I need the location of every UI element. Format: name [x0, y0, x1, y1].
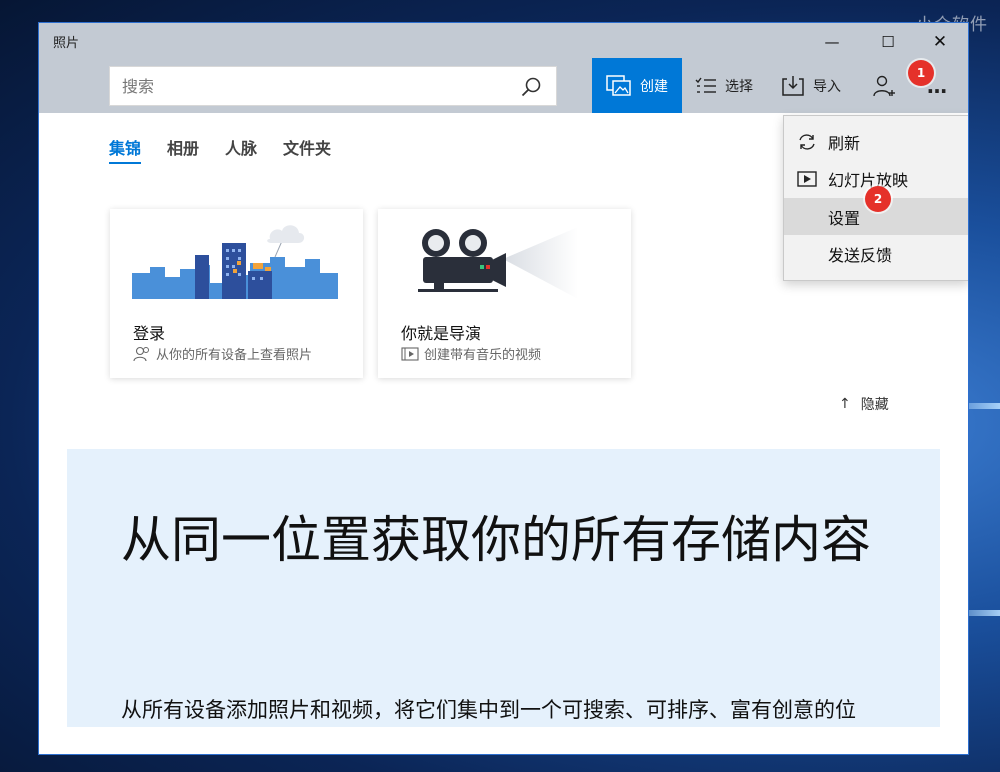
hide-link[interactable]: ↑ 隐藏: [839, 394, 889, 414]
director-title: 你就是导演: [401, 324, 482, 343]
director-subtitle-row: 创建带有音乐的视频: [401, 344, 541, 363]
hide-label: 隐藏: [860, 397, 889, 413]
minimize-button[interactable]: —: [809, 28, 855, 56]
tab-albums[interactable]: 相册: [167, 135, 199, 164]
refresh-icon: [796, 131, 818, 153]
menu-label-slideshow: 幻灯片放映: [828, 170, 909, 190]
photos-app-window: 照片 — ☐ ✕ 创建: [38, 22, 969, 755]
search-icon[interactable]: [520, 76, 542, 98]
arrow-up-icon: ↑: [839, 396, 851, 412]
search-box[interactable]: [109, 66, 557, 106]
sign-in-title: 登录: [133, 324, 166, 343]
app-title: 照片: [53, 36, 80, 51]
menu-label-feedback: 发送反馈: [828, 245, 893, 265]
person-add-icon: [873, 75, 895, 96]
step-badge-2: 2: [865, 186, 891, 212]
city-cloud-illustration: [132, 225, 338, 299]
create-icon: [606, 74, 631, 96]
tab-collection[interactable]: 集锦: [109, 135, 142, 164]
slideshow-icon: [796, 168, 818, 190]
menu-label-settings: 设置: [828, 208, 861, 228]
title-bar: 照片 — ☐ ✕ 创建: [39, 23, 968, 113]
director-card[interactable]: 你就是导演 创建带有音乐的视频: [378, 209, 631, 378]
menu-item-refresh[interactable]: 刷新: [784, 123, 968, 160]
import-label: 导入: [813, 78, 841, 95]
director-subtitle: 创建带有音乐的视频: [424, 348, 542, 363]
close-button[interactable]: ✕: [917, 28, 963, 56]
checklist-icon: [695, 77, 716, 93]
import-icon: [782, 75, 804, 96]
step-badge-1: 1: [908, 60, 934, 86]
search-input[interactable]: [110, 67, 510, 105]
movie-camera-illustration: [418, 227, 578, 299]
hero-banner: 从同一位置获取你的所有存储内容 从所有设备添加照片和视频，将它们集中到一个可搜索…: [67, 449, 940, 727]
create-label: 创建: [640, 78, 668, 95]
tab-bar: 集锦 相册 人脉 文件夹: [109, 135, 357, 164]
sign-in-subtitle: 从你的所有设备上查看照片: [156, 348, 313, 363]
people-icon: [133, 346, 149, 361]
select-label: 选择: [725, 78, 753, 95]
hero-body: 从所有设备添加照片和视频，将它们集中到一个可搜索、可排序、富有创意的位: [121, 698, 856, 722]
hero-title: 从同一位置获取你的所有存储内容: [121, 511, 871, 569]
maximize-button[interactable]: ☐: [865, 28, 911, 56]
create-button[interactable]: 创建: [592, 58, 682, 113]
menu-label-refresh: 刷新: [828, 133, 861, 153]
import-button[interactable]: 导入: [781, 58, 841, 113]
tab-folders[interactable]: 文件夹: [283, 135, 331, 164]
menu-item-feedback[interactable]: 发送反馈: [784, 235, 968, 272]
tab-people[interactable]: 人脉: [225, 135, 257, 164]
video-icon: [401, 346, 419, 361]
sign-in-card[interactable]: 登录 从你的所有设备上查看照片: [110, 209, 363, 378]
sign-in-subtitle-row: 从你的所有设备上查看照片: [133, 344, 312, 363]
add-account-button[interactable]: [873, 58, 905, 113]
select-button[interactable]: 选择: [695, 58, 753, 113]
